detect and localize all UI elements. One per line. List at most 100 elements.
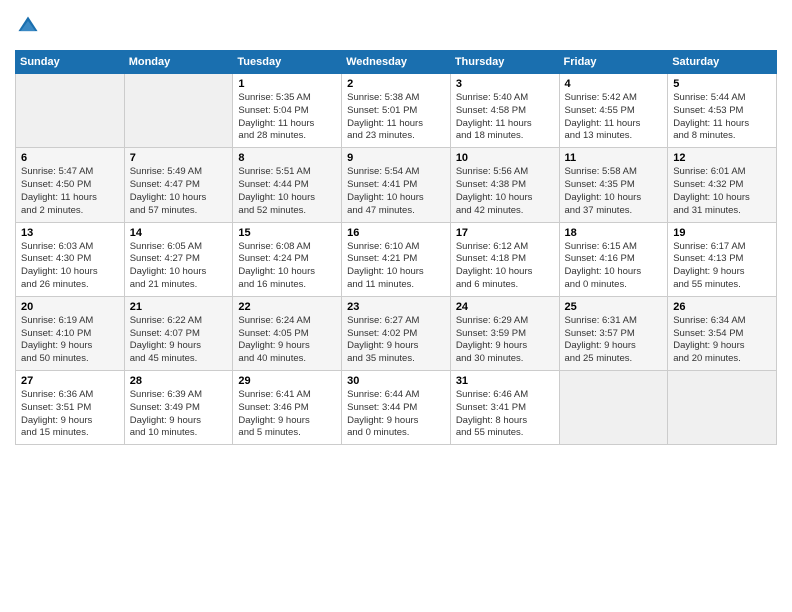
cell-content: and 31 minutes. <box>673 205 771 218</box>
day-header: Sunday <box>16 51 125 74</box>
cell-content: Sunrise: 6:19 AM <box>21 315 119 328</box>
cell-content: Daylight: 9 hours <box>21 415 119 428</box>
calendar-cell <box>124 74 233 148</box>
cell-content: and 18 minutes. <box>456 130 554 143</box>
cell-content: and 16 minutes. <box>238 279 336 292</box>
day-number: 25 <box>565 301 663 313</box>
cell-content: Daylight: 11 hours <box>238 118 336 131</box>
day-header: Monday <box>124 51 233 74</box>
cell-content: Sunset: 4:21 PM <box>347 253 445 266</box>
cell-content: Sunrise: 6:05 AM <box>130 241 228 254</box>
day-number: 28 <box>130 375 228 387</box>
calendar-week-row: 1Sunrise: 5:35 AMSunset: 5:04 PMDaylight… <box>16 74 777 148</box>
day-number: 23 <box>347 301 445 313</box>
cell-content: Sunrise: 6:34 AM <box>673 315 771 328</box>
calendar-cell: 19Sunrise: 6:17 AMSunset: 4:13 PMDayligh… <box>668 222 777 296</box>
logo <box>15 15 41 42</box>
cell-content: Daylight: 11 hours <box>673 118 771 131</box>
cell-content: and 25 minutes. <box>565 353 663 366</box>
cell-content: Sunrise: 6:22 AM <box>130 315 228 328</box>
cell-content: Sunset: 4:44 PM <box>238 179 336 192</box>
calendar-cell: 3Sunrise: 5:40 AMSunset: 4:58 PMDaylight… <box>450 74 559 148</box>
calendar-cell: 5Sunrise: 5:44 AMSunset: 4:53 PMDaylight… <box>668 74 777 148</box>
cell-content: Sunset: 5:04 PM <box>238 105 336 118</box>
cell-content: Daylight: 10 hours <box>456 266 554 279</box>
cell-content: and 0 minutes. <box>347 427 445 440</box>
cell-content: and 55 minutes. <box>456 427 554 440</box>
calendar-cell: 23Sunrise: 6:27 AMSunset: 4:02 PMDayligh… <box>342 296 451 370</box>
cell-content: Sunset: 4:47 PM <box>130 179 228 192</box>
day-number: 21 <box>130 301 228 313</box>
cell-content: Sunset: 4:58 PM <box>456 105 554 118</box>
cell-content: Sunset: 3:54 PM <box>673 328 771 341</box>
cell-content: Sunrise: 6:08 AM <box>238 241 336 254</box>
cell-content: Sunrise: 6:44 AM <box>347 389 445 402</box>
cell-content: Daylight: 9 hours <box>238 415 336 428</box>
cell-content: and 45 minutes. <box>130 353 228 366</box>
cell-content: Sunrise: 5:54 AM <box>347 166 445 179</box>
cell-content: Daylight: 9 hours <box>456 340 554 353</box>
day-header: Tuesday <box>233 51 342 74</box>
cell-content: Daylight: 11 hours <box>565 118 663 131</box>
cell-content: Sunrise: 6:17 AM <box>673 241 771 254</box>
day-number: 10 <box>456 152 554 164</box>
cell-content: Daylight: 10 hours <box>130 192 228 205</box>
calendar-week-row: 27Sunrise: 6:36 AMSunset: 3:51 PMDayligh… <box>16 371 777 445</box>
day-number: 9 <box>347 152 445 164</box>
cell-content: Sunset: 4:16 PM <box>565 253 663 266</box>
cell-content: Daylight: 8 hours <box>456 415 554 428</box>
cell-content: Sunset: 4:32 PM <box>673 179 771 192</box>
cell-content: Sunrise: 5:35 AM <box>238 92 336 105</box>
calendar-cell: 29Sunrise: 6:41 AMSunset: 3:46 PMDayligh… <box>233 371 342 445</box>
day-number: 30 <box>347 375 445 387</box>
cell-content: Sunset: 4:05 PM <box>238 328 336 341</box>
cell-content: and 42 minutes. <box>456 205 554 218</box>
calendar-cell: 9Sunrise: 5:54 AMSunset: 4:41 PMDaylight… <box>342 148 451 222</box>
cell-content: Daylight: 10 hours <box>456 192 554 205</box>
calendar-cell: 25Sunrise: 6:31 AMSunset: 3:57 PMDayligh… <box>559 296 668 370</box>
cell-content: Sunset: 4:18 PM <box>456 253 554 266</box>
cell-content: and 21 minutes. <box>130 279 228 292</box>
cell-content: Daylight: 9 hours <box>21 340 119 353</box>
cell-content: Sunrise: 5:40 AM <box>456 92 554 105</box>
day-number: 22 <box>238 301 336 313</box>
calendar-cell: 24Sunrise: 6:29 AMSunset: 3:59 PMDayligh… <box>450 296 559 370</box>
header <box>15 10 777 42</box>
logo-icon <box>17 15 39 37</box>
cell-content: Sunrise: 5:44 AM <box>673 92 771 105</box>
cell-content: and 2 minutes. <box>21 205 119 218</box>
cell-content: Sunset: 4:10 PM <box>21 328 119 341</box>
day-number: 19 <box>673 227 771 239</box>
calendar-cell: 10Sunrise: 5:56 AMSunset: 4:38 PMDayligh… <box>450 148 559 222</box>
cell-content: Daylight: 9 hours <box>238 340 336 353</box>
cell-content: and 11 minutes. <box>347 279 445 292</box>
calendar-cell: 18Sunrise: 6:15 AMSunset: 4:16 PMDayligh… <box>559 222 668 296</box>
cell-content: Sunrise: 5:58 AM <box>565 166 663 179</box>
calendar-cell: 31Sunrise: 6:46 AMSunset: 3:41 PMDayligh… <box>450 371 559 445</box>
cell-content: Daylight: 10 hours <box>347 192 445 205</box>
calendar-cell: 2Sunrise: 5:38 AMSunset: 5:01 PMDaylight… <box>342 74 451 148</box>
cell-content: and 15 minutes. <box>21 427 119 440</box>
day-number: 16 <box>347 227 445 239</box>
cell-content: and 26 minutes. <box>21 279 119 292</box>
day-number: 26 <box>673 301 771 313</box>
calendar-cell: 4Sunrise: 5:42 AMSunset: 4:55 PMDaylight… <box>559 74 668 148</box>
cell-content: and 57 minutes. <box>130 205 228 218</box>
cell-content: Daylight: 9 hours <box>347 415 445 428</box>
cell-content: Daylight: 10 hours <box>238 192 336 205</box>
cell-content: Sunset: 3:57 PM <box>565 328 663 341</box>
cell-content: Sunset: 3:41 PM <box>456 402 554 415</box>
cell-content: and 28 minutes. <box>238 130 336 143</box>
day-number: 4 <box>565 78 663 90</box>
calendar-cell <box>668 371 777 445</box>
day-header: Saturday <box>668 51 777 74</box>
calendar-cell: 21Sunrise: 6:22 AMSunset: 4:07 PMDayligh… <box>124 296 233 370</box>
cell-content: Daylight: 10 hours <box>21 266 119 279</box>
calendar-cell: 28Sunrise: 6:39 AMSunset: 3:49 PMDayligh… <box>124 371 233 445</box>
cell-content: Daylight: 10 hours <box>347 266 445 279</box>
calendar-cell: 6Sunrise: 5:47 AMSunset: 4:50 PMDaylight… <box>16 148 125 222</box>
day-number: 27 <box>21 375 119 387</box>
cell-content: and 5 minutes. <box>238 427 336 440</box>
cell-content: and 6 minutes. <box>456 279 554 292</box>
cell-content: Sunrise: 5:56 AM <box>456 166 554 179</box>
